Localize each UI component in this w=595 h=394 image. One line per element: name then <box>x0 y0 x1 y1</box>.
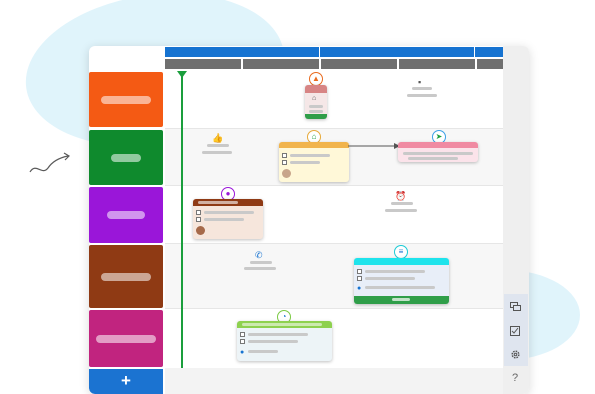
text-placeholder-line <box>204 211 254 214</box>
card-color-band <box>279 142 349 148</box>
text-placeholder-line <box>407 94 437 97</box>
text-placeholder-line <box>309 110 323 113</box>
checkbox-icon[interactable] <box>503 326 527 339</box>
text-placeholder-line <box>207 144 229 147</box>
lane-row-footer <box>165 368 503 394</box>
header-blue-bar <box>165 47 319 57</box>
checklist-checkbox[interactable] <box>357 276 362 281</box>
document-icon[interactable]: ▪ <box>418 77 421 87</box>
lane-title-placeholder <box>101 95 151 104</box>
task-card[interactable] <box>279 142 349 182</box>
text-placeholder-line <box>290 154 330 157</box>
person-icon: ● <box>357 285 362 292</box>
text-placeholder-line <box>403 152 473 155</box>
text-placeholder-line <box>309 105 323 108</box>
checklist-checkbox[interactable] <box>196 217 201 222</box>
header-blue-bar <box>320 47 474 57</box>
text-placeholder-line <box>385 209 417 212</box>
text-placeholder-line <box>365 270 425 273</box>
header-gray-bar[interactable] <box>165 59 241 69</box>
text-placeholder-line <box>244 267 276 270</box>
task-card[interactable]: ● <box>237 321 332 361</box>
lane-row-5 <box>165 309 503 367</box>
calendar-icon[interactable]: ≡ <box>394 245 408 259</box>
home-icon: ⌂ <box>312 95 317 102</box>
lane-title-placeholder <box>107 211 145 219</box>
checklist-checkbox[interactable] <box>282 160 287 165</box>
alarm-icon[interactable]: ⏰ <box>395 191 406 201</box>
comment-icon[interactable] <box>503 302 527 315</box>
text-placeholder-line <box>204 218 244 221</box>
lane-title-placeholder <box>101 272 151 281</box>
task-card[interactable] <box>398 142 478 162</box>
gear-icon[interactable] <box>503 349 527 363</box>
timeline-line <box>181 76 183 368</box>
task-card[interactable] <box>193 199 263 239</box>
checklist-checkbox[interactable] <box>357 269 362 274</box>
add-lane-button[interactable]: + <box>89 369 163 394</box>
text-placeholder-line <box>250 261 272 264</box>
lane-header-1[interactable] <box>89 72 163 127</box>
lane-row-4 <box>165 244 503 309</box>
text-placeholder-line <box>412 87 432 90</box>
avatar <box>282 169 291 178</box>
checklist-checkbox[interactable] <box>240 332 245 337</box>
card-color-band <box>305 85 327 93</box>
text-placeholder-line <box>365 277 415 280</box>
lane-title-placeholder <box>96 334 156 343</box>
planner-window: ? + ▲ ⌂ ▪ 👍 ⌂ ➤ ● ⏰ ✆ ≡ ● ◔ ● <box>89 46 529 394</box>
header-gray-bar[interactable] <box>243 59 319 69</box>
checklist-checkbox[interactable] <box>240 339 245 344</box>
person-icon: ● <box>240 349 245 356</box>
header-gray-bar[interactable] <box>477 59 503 69</box>
header-gray-bar[interactable] <box>399 59 475 69</box>
text-placeholder-line <box>202 151 232 154</box>
lane-header-2[interactable] <box>89 130 163 185</box>
lane-row-1 <box>165 71 503 129</box>
task-card[interactable]: ● <box>354 258 449 304</box>
event-card[interactable]: ⌂ <box>305 85 327 119</box>
arrow-doodle-icon <box>29 152 70 173</box>
thumbs-up-icon[interactable]: 👍 <box>212 133 223 143</box>
warning-icon[interactable]: ▲ <box>309 72 323 86</box>
lane-header-5[interactable] <box>89 310 163 367</box>
text-placeholder-line <box>198 201 238 204</box>
right-sidebar: ? <box>503 46 529 394</box>
checklist-checkbox[interactable] <box>196 210 201 215</box>
lane-header-4[interactable] <box>89 245 163 308</box>
text-placeholder-line <box>392 298 410 301</box>
dependency-arrow <box>348 143 400 149</box>
checklist-checkbox[interactable] <box>282 153 287 158</box>
help-button[interactable]: ? <box>503 372 527 384</box>
text-placeholder-line <box>248 340 298 343</box>
add-lane-label: + <box>121 371 131 390</box>
lane-title-placeholder <box>111 153 141 162</box>
header-gray-bar[interactable] <box>321 59 397 69</box>
card-color-band <box>398 142 478 148</box>
text-placeholder-line <box>242 323 322 326</box>
text-placeholder-line <box>365 286 435 289</box>
text-placeholder-line <box>248 333 308 336</box>
card-color-band <box>354 258 449 265</box>
text-placeholder-line <box>391 202 413 205</box>
card-color-band <box>305 114 327 119</box>
text-placeholder-line <box>248 350 278 353</box>
phone-icon[interactable]: ✆ <box>255 250 263 260</box>
avatar <box>196 226 205 235</box>
text-placeholder-line <box>290 161 320 164</box>
lane-header-3[interactable] <box>89 187 163 243</box>
header-blue-bar <box>475 47 503 57</box>
text-placeholder-line <box>408 157 458 160</box>
